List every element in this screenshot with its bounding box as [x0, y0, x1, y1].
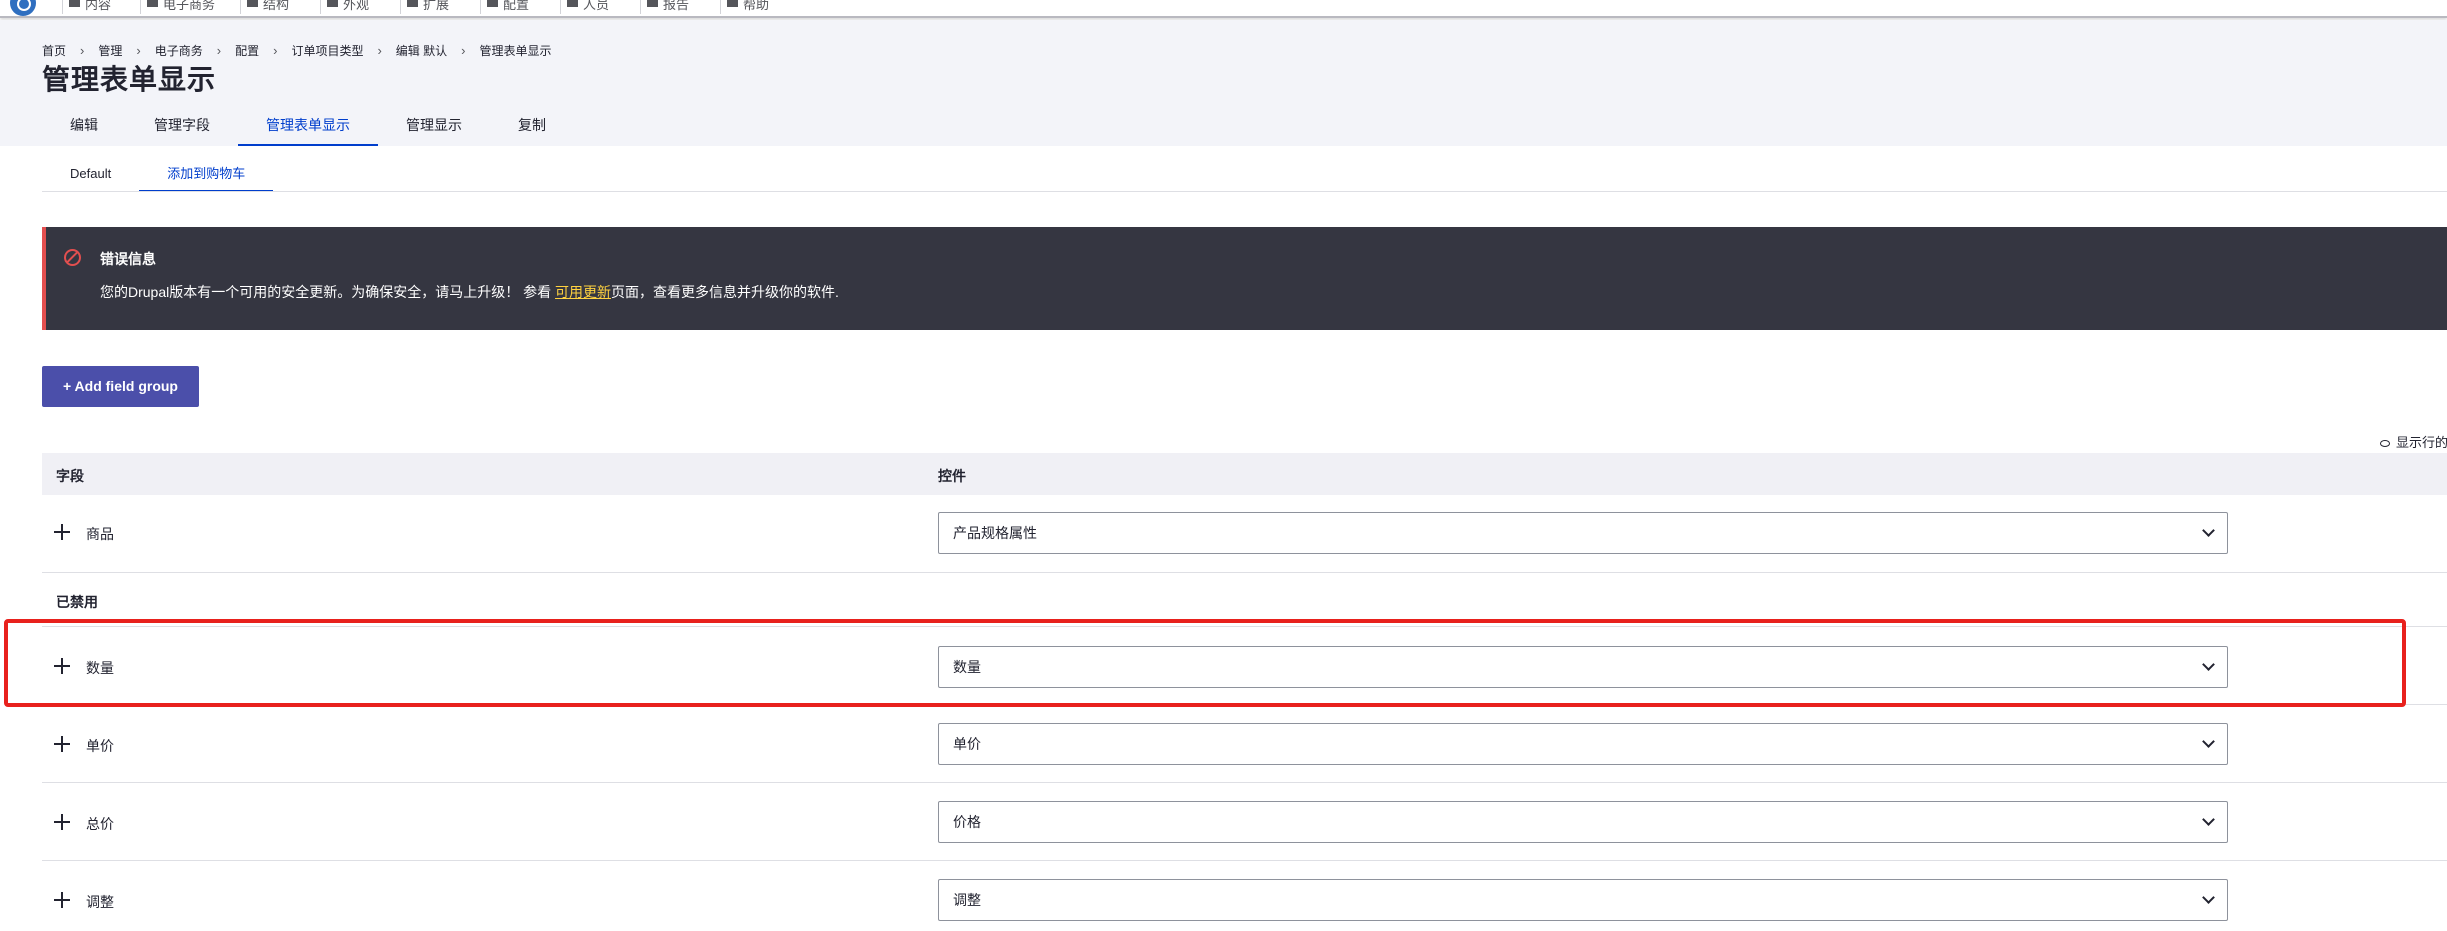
- drag-handle-icon[interactable]: [54, 892, 70, 908]
- field-label: 数量: [86, 660, 114, 676]
- chevron-down-icon: [2202, 658, 2215, 671]
- error-message: 错误信息 您的Drupal版本有一个可用的安全更新。为确保安全，请马上升级！ 参…: [42, 227, 2447, 330]
- breadcrumb-link[interactable]: 订单项目类型: [291, 42, 363, 59]
- breadcrumb-link[interactable]: 电子商务: [155, 42, 203, 59]
- tab-manage-fields[interactable]: 管理字段: [126, 112, 238, 146]
- toolbar-item-people[interactable]: 人员: [560, 0, 609, 14]
- drag-handle-icon[interactable]: [54, 814, 70, 830]
- admin-toolbar: 内容 电子商务 结构 外观 扩展 配置 人员 报告 帮助: [0, 0, 2447, 18]
- breadcrumb-link[interactable]: 配置: [235, 42, 259, 59]
- commerce-icon: [147, 0, 158, 7]
- drag-handle-icon[interactable]: [54, 658, 70, 674]
- page-title: 管理表单显示: [42, 64, 217, 95]
- eye-icon: [2380, 440, 2390, 448]
- tab-default-form-mode[interactable]: Default: [42, 160, 139, 192]
- column-header-field: 字段: [56, 468, 84, 484]
- tab-manage-form-display[interactable]: 管理表单显示: [238, 112, 378, 146]
- chevron-down-icon: [2202, 813, 2215, 826]
- toolbar-item-structure[interactable]: 结构: [240, 0, 289, 14]
- breadcrumb-link[interactable]: 编辑 默认: [396, 42, 447, 59]
- breadcrumb-separator-icon: ›: [80, 43, 85, 58]
- show-row-weights-toggle[interactable]: 显示行的: [2380, 432, 2447, 451]
- chevron-down-icon: [2202, 524, 2215, 537]
- drag-handle-icon[interactable]: [54, 736, 70, 752]
- field-label: 商品: [86, 526, 114, 542]
- breadcrumb: 首页 › 管理 › 电子商务 › 配置 › 订单项目类型 › 编辑 默认 › 管理表单显示: [42, 42, 566, 59]
- secondary-tabs: Default 添加到购物车: [42, 160, 274, 192]
- chevron-down-icon: [2202, 735, 2215, 748]
- structure-icon: [247, 0, 258, 7]
- help-icon: [727, 0, 738, 7]
- error-icon: [64, 249, 81, 266]
- available-updates-link[interactable]: 可用更新: [555, 284, 611, 300]
- table-row: 总价 价格: [42, 783, 2447, 861]
- field-label: 调整: [86, 894, 114, 910]
- breadcrumb-separator-icon: ›: [216, 43, 222, 58]
- region-title-disabled: 已禁用: [56, 594, 98, 610]
- toolbar-item-help[interactable]: 帮助: [720, 0, 769, 14]
- table-row: 数量 数量: [42, 627, 2447, 705]
- toolbar-item-extend[interactable]: 扩展: [400, 0, 449, 14]
- table-row: 单价 单价: [42, 705, 2447, 783]
- widget-select[interactable]: 产品规格属性: [938, 512, 2228, 554]
- add-field-group-button[interactable]: + Add field group: [42, 366, 199, 407]
- people-icon: [567, 0, 578, 7]
- chevron-down-icon: [2202, 891, 2215, 904]
- drag-handle-icon[interactable]: [54, 524, 70, 540]
- toolbar-item-config[interactable]: 配置: [480, 0, 529, 14]
- breadcrumb-separator-icon: ›: [273, 43, 278, 58]
- breadcrumb-link[interactable]: 管理: [98, 42, 122, 59]
- content-icon: [69, 0, 80, 7]
- field-label: 总价: [86, 816, 114, 832]
- table-row: 商品 产品规格属性: [42, 495, 2447, 573]
- tab-duplicate[interactable]: 复制: [490, 112, 574, 146]
- breadcrumb-link[interactable]: 首页: [42, 42, 66, 59]
- message-text: 您的Drupal版本有一个可用的安全更新。为确保安全，请马上升级！ 参看 可用更…: [100, 284, 839, 300]
- divider: [42, 191, 2447, 192]
- column-header-widget: 控件: [938, 468, 966, 484]
- tab-edit[interactable]: 编辑: [42, 112, 126, 146]
- extend-icon: [407, 0, 418, 7]
- breadcrumb-separator-icon: ›: [377, 43, 382, 58]
- toolbar-item-reports[interactable]: 报告: [640, 0, 689, 14]
- breadcrumb-current: 管理表单显示: [479, 44, 552, 58]
- table-header: 字段 控件: [42, 453, 2447, 495]
- widget-select[interactable]: 调整: [938, 879, 2228, 921]
- tab-manage-display[interactable]: 管理显示: [378, 112, 490, 146]
- breadcrumb-separator-icon: ›: [136, 43, 141, 58]
- toolbar-item-appearance[interactable]: 外观: [320, 0, 369, 14]
- widget-select[interactable]: 数量: [938, 646, 2228, 688]
- toolbar-item-content[interactable]: 内容: [62, 0, 111, 14]
- drupal-logo-icon[interactable]: [10, 0, 36, 16]
- field-label: 单价: [86, 738, 114, 754]
- toolbar-item-commerce[interactable]: 电子商务: [140, 0, 215, 14]
- widget-select[interactable]: 单价: [938, 723, 2228, 765]
- appearance-icon: [327, 0, 338, 7]
- tab-add-to-cart-form-mode[interactable]: 添加到购物车: [139, 160, 274, 192]
- breadcrumb-separator-icon: ›: [461, 43, 466, 58]
- region-title-row: 已禁用: [42, 573, 2447, 627]
- reports-icon: [647, 0, 658, 7]
- message-title: 错误信息: [100, 251, 156, 267]
- primary-tabs: 编辑 管理字段 管理表单显示 管理显示 复制: [42, 112, 574, 146]
- table-row: 调整 调整: [42, 861, 2447, 931]
- widget-select[interactable]: 价格: [938, 801, 2228, 843]
- wrench-icon: [487, 0, 498, 7]
